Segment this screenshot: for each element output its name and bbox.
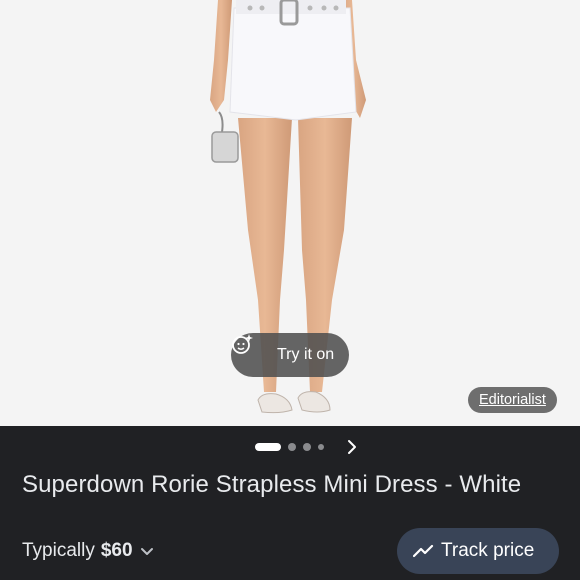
carousel-dot[interactable] <box>303 443 311 451</box>
chevron-down-icon <box>139 543 155 559</box>
track-price-label: Track price <box>441 540 535 561</box>
carousel-dot[interactable] <box>318 444 324 450</box>
face-sparkle-icon <box>232 334 269 366</box>
chevron-right-icon[interactable] <box>344 438 360 456</box>
carousel-indicators <box>255 443 331 451</box>
carousel-dot-active[interactable] <box>255 443 281 451</box>
price-summary[interactable]: Typically $60 <box>22 540 155 562</box>
source-link[interactable]: Editorialist <box>468 387 557 413</box>
try-it-on-button[interactable]: Try it on <box>231 333 349 377</box>
product-image[interactable]: Try it on Editorialist <box>0 0 580 426</box>
typical-price: $60 <box>100 540 133 561</box>
product-info-panel: Superdown Rorie Strapless Mini Dress - W… <box>0 426 580 580</box>
price-prefix: Typically <box>22 540 95 561</box>
product-title[interactable]: Superdown Rorie Strapless Mini Dress - W… <box>22 471 521 499</box>
try-it-on-label: Try it on <box>277 346 335 363</box>
track-price-button[interactable]: Track price <box>397 528 559 574</box>
trending-up-icon <box>412 540 435 562</box>
carousel-dot[interactable] <box>288 443 296 451</box>
